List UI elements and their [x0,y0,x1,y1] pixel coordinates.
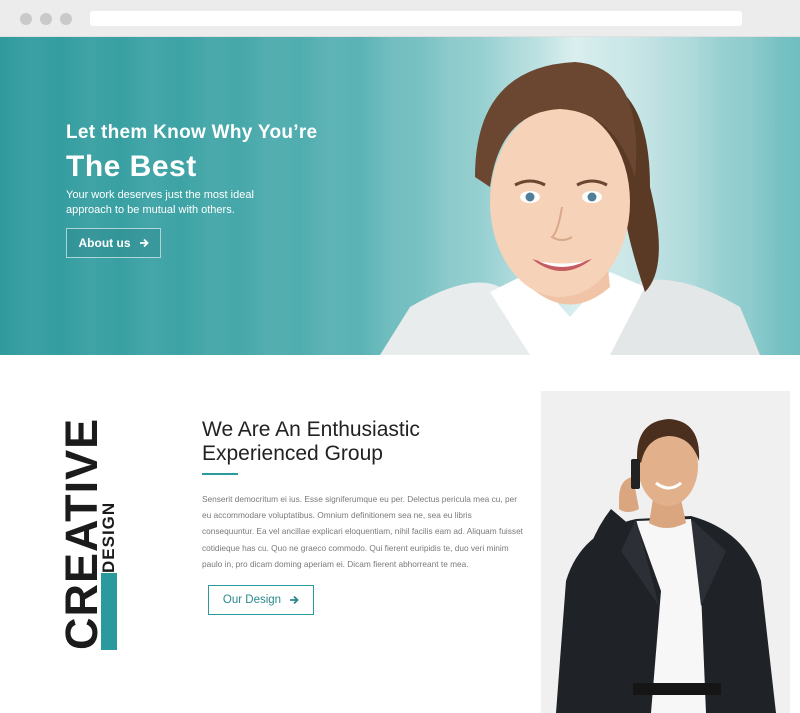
hero-heading: Let them Know Why You’re [66,122,318,143]
hero-woman-photo [380,62,760,355]
hero-subtitle: Your work deserves just the most ideal a… [66,189,254,216]
section-body-text: Senserit democritum ei ius. Esse signife… [202,494,523,569]
about-us-button[interactable]: About us [66,228,161,258]
our-design-button[interactable]: Our Design [208,585,314,615]
businessman-illustration [556,419,776,713]
window-dot-icon[interactable] [20,13,32,25]
window-dot-icon[interactable] [40,13,52,25]
logo-word-creative: CREATIVE [56,417,107,650]
hero-banner: Let them Know Why You’re The Best Your w… [0,37,800,355]
title-underline [202,473,238,475]
businessman-photo [541,391,790,713]
browser-chrome [0,0,800,37]
about-us-label: About us [78,236,131,250]
hero-heading-emphasis: The Best [66,150,197,183]
our-design-label: Our Design [222,594,282,606]
section-title: We Are An Enthusiastic Experienced Group [202,418,420,465]
window-dot-icon[interactable] [60,13,72,25]
logo-word-design: DESIGN [99,501,118,573]
arrow-right-icon [139,238,149,248]
arrow-right-icon [290,595,299,605]
creative-design-logo: CREATIVE DESIGN [56,398,122,650]
address-bar[interactable] [90,11,742,26]
